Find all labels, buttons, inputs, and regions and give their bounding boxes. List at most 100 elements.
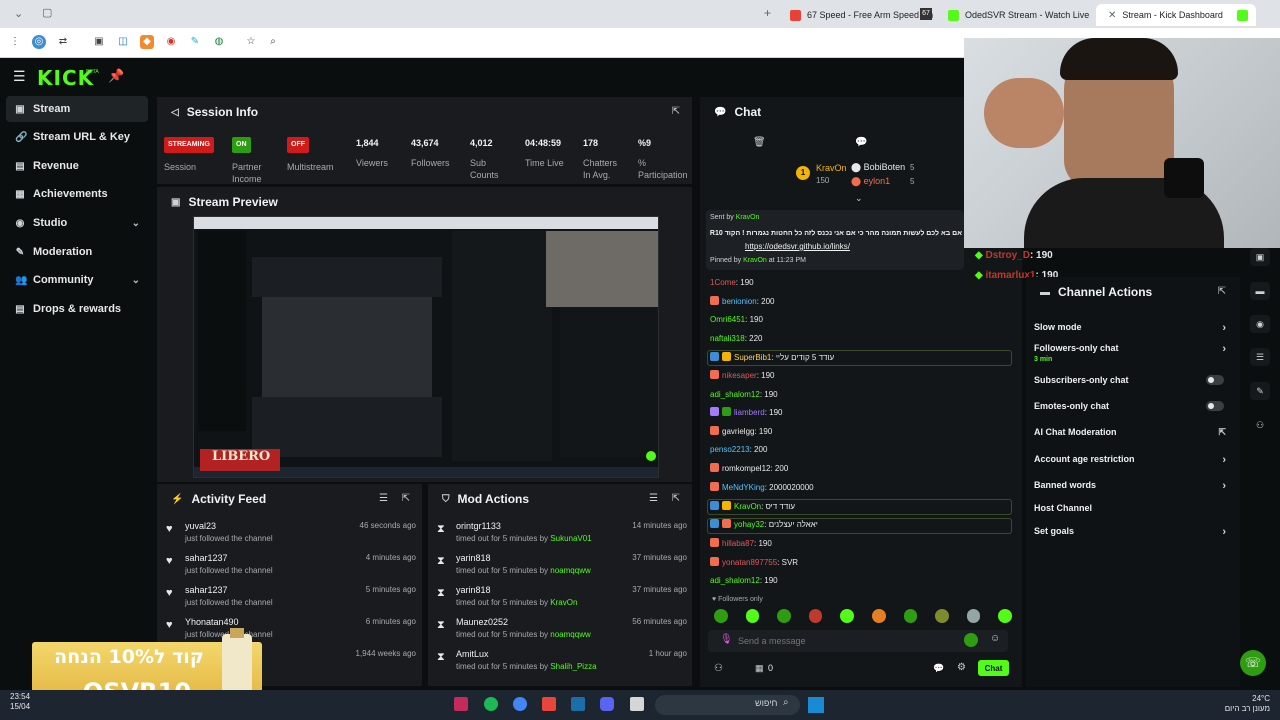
filter-icon[interactable]: ☰: [649, 493, 658, 504]
mod-target-username[interactable]: AmitLux: [456, 649, 489, 659]
mic-icon[interactable]: 🎙: [720, 634, 733, 645]
extension-icon[interactable]: ⇄: [56, 35, 70, 49]
rail-layout-icon[interactable]: ▣: [1250, 248, 1270, 266]
tab-kick-dashboard[interactable]: ✕ Stream - Kick Dashboard: [1096, 4, 1256, 26]
extension-icon[interactable]: ◉: [164, 35, 178, 49]
emoji-icon[interactable]: ☺: [990, 633, 1000, 644]
app-icon[interactable]: [542, 697, 556, 711]
emote-picker-icon[interactable]: [964, 633, 978, 647]
chat-username[interactable]: KravOn: [734, 502, 761, 511]
pin-icon[interactable]: 📌: [108, 68, 124, 84]
sidebar-item-studio[interactable]: ◉ Studio ⌄: [6, 210, 148, 236]
trash-icon[interactable]: 🗑: [753, 137, 766, 148]
close-icon[interactable]: ✕: [1108, 10, 1116, 21]
rail-chat-icon[interactable]: ▬: [1250, 282, 1270, 300]
chat-username[interactable]: romkompel12: [722, 464, 770, 473]
leaderboard-entry[interactable]: ⬤ eylon1: [851, 176, 890, 187]
chevron-down-icon[interactable]: ⌄: [855, 193, 863, 204]
emote-icon[interactable]: [935, 609, 949, 623]
chrome-icon[interactable]: [513, 697, 527, 711]
sidebar-item-community[interactable]: 👥 Community ⌄: [6, 267, 148, 293]
emote-icon[interactable]: [714, 609, 728, 623]
send-chat-button[interactable]: Chat: [978, 660, 1009, 676]
sidebar-item-drops[interactable]: ▤ Drops & rewards: [6, 296, 148, 322]
chat-username[interactable]: 1Come: [710, 278, 736, 287]
rail-users-icon[interactable]: ⚇: [1250, 416, 1270, 434]
chat-username[interactable]: benionion: [722, 297, 757, 306]
sidebar-item-achievements[interactable]: ▦ Achievements: [6, 181, 148, 207]
taskbar-search-box[interactable]: חיפוש ⌕: [655, 695, 800, 715]
emote-icon[interactable]: [808, 609, 823, 623]
chat-username[interactable]: SuperBib1: [734, 353, 771, 362]
tab-67-speed[interactable]: 67 Speed - Free Arm Speed Ch: [782, 4, 934, 26]
rail-list-icon[interactable]: ☰: [1250, 348, 1270, 366]
chat-username[interactable]: Omri6451: [710, 315, 745, 324]
activity-username[interactable]: yuval23: [185, 521, 216, 531]
extension-icon[interactable]: ▣: [92, 35, 106, 49]
emote-icon[interactable]: [777, 609, 791, 623]
moderator-name[interactable]: KravOn: [550, 598, 577, 607]
action-ai-moderation[interactable]: AI Chat Moderation ⇱: [1034, 427, 1230, 441]
chat-username[interactable]: hillaba87: [722, 539, 754, 548]
popout-icon[interactable]: ⇱: [1218, 286, 1226, 297]
hamburger-menu-icon[interactable]: ☰: [13, 68, 26, 85]
action-account-age[interactable]: Account age restriction ›: [1034, 454, 1230, 468]
extension-icon[interactable]: ◫: [116, 35, 130, 49]
mod-target-username[interactable]: Maunez0252: [456, 617, 508, 627]
emote-icon[interactable]: [745, 609, 760, 623]
sidebar-item-revenue[interactable]: ▤ Revenue: [6, 153, 148, 179]
mod-target-username[interactable]: yarin818: [456, 585, 491, 595]
weather-widget[interactable]: 24°C מעונן רב היום: [1200, 694, 1270, 714]
extension-badge[interactable]: 67: [920, 8, 932, 20]
rail-broadcast-icon[interactable]: ◉: [1250, 315, 1270, 333]
chat-username[interactable]: yonatan897755: [722, 558, 777, 567]
activity-username[interactable]: Yhonatan490: [185, 617, 239, 627]
leaderboard-entry[interactable]: ⬤ BobiBoten: [851, 162, 905, 173]
mod-target-username[interactable]: orintgr1133: [456, 521, 501, 531]
search-icon[interactable]: ⌕: [266, 35, 280, 49]
tab-odedsvr-stream[interactable]: OdedSVR Stream - Watch Live: [940, 4, 1090, 26]
action-set-goals[interactable]: Set goals ›: [1034, 526, 1230, 540]
action-slow-mode[interactable]: Slow mode ›: [1034, 322, 1230, 336]
rail-wrench-icon[interactable]: ✎: [1250, 382, 1270, 400]
action-subscribers-only[interactable]: Subscribers-only chat: [1034, 375, 1230, 389]
pinner-name[interactable]: KravOn: [743, 257, 767, 264]
spotify-icon[interactable]: [484, 697, 498, 711]
pinned-link[interactable]: https://odedsvr.github.io/links/: [745, 242, 850, 251]
emote-icon[interactable]: [903, 609, 918, 623]
extension-icon[interactable]: ✎: [188, 35, 202, 49]
discord-icon[interactable]: [600, 697, 614, 711]
action-banned-words[interactable]: Banned words ›: [1034, 480, 1230, 494]
chat-username[interactable]: MeNdYKing: [722, 483, 765, 492]
filter-icon[interactable]: ☰: [379, 493, 388, 504]
menu-dots-icon[interactable]: ⋮: [8, 35, 22, 49]
chat-username[interactable]: liamberd: [734, 408, 765, 417]
emote-icon[interactable]: [998, 609, 1012, 623]
popout-icon[interactable]: ⇱: [672, 106, 680, 117]
tab-group-icon[interactable]: ▢: [42, 6, 52, 19]
points-icon[interactable]: ⚇: [714, 663, 723, 674]
popout-icon[interactable]: ⇱: [402, 493, 410, 504]
chat-username[interactable]: penso2213: [710, 445, 750, 454]
tab-search-icon[interactable]: ⌄: [14, 7, 23, 20]
mod-target-username[interactable]: yarin818: [456, 553, 491, 563]
support-chat-icon[interactable]: ☏: [1240, 650, 1266, 676]
moderator-name[interactable]: SukunaV01: [550, 534, 591, 543]
emote-icon[interactable]: [871, 609, 886, 623]
emote-icon[interactable]: [840, 609, 854, 623]
windows-start-icon[interactable]: [808, 697, 824, 713]
chat-username[interactable]: yohay32: [734, 520, 764, 529]
moderator-name[interactable]: noamqqww: [550, 630, 590, 639]
toggle-switch[interactable]: [1206, 401, 1224, 411]
moderator-name[interactable]: noamqqww: [550, 566, 590, 575]
chat-message-input[interactable]: [738, 633, 958, 649]
leader-name[interactable]: KravOn: [816, 163, 847, 173]
activity-username[interactable]: sahar1237: [185, 553, 228, 563]
chat-bubble-icon[interactable]: 💬: [855, 137, 867, 148]
sidebar-item-stream-url[interactable]: 🔗 Stream URL & Key: [6, 124, 148, 150]
chat-bubble-icon[interactable]: 💬: [933, 663, 944, 674]
extension-icon[interactable]: ◆: [140, 35, 154, 49]
new-tab-button[interactable]: +: [764, 6, 771, 20]
stream-preview-video[interactable]: LIBERO: [193, 216, 659, 478]
file-explorer-icon[interactable]: [630, 697, 644, 711]
